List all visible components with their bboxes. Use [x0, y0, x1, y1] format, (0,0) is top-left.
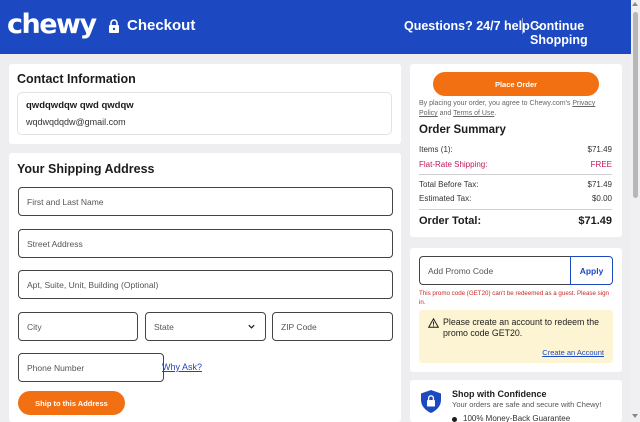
street-input[interactable] — [27, 238, 392, 249]
agreement-text: By placing your order, you agree to Chew… — [419, 99, 611, 119]
name-field[interactable] — [18, 187, 393, 216]
apply-promo-button[interactable]: Apply — [570, 256, 613, 285]
agree-prefix: By placing your order, you agree to Chew… — [419, 100, 573, 107]
phone-field[interactable] — [18, 353, 164, 382]
agree-end: . — [494, 110, 497, 117]
promo-code-input[interactable] — [428, 265, 570, 276]
promo-warning-text: Please create an account to redeem the p… — [443, 317, 599, 338]
before-tax-row: Total Before Tax: $71.49 — [419, 180, 612, 189]
phone-input[interactable] — [27, 362, 163, 373]
warning-icon — [428, 318, 439, 328]
chevron-down-icon — [248, 324, 255, 329]
order-summary-title: Order Summary — [419, 124, 506, 136]
continue-shopping-link[interactable]: Continue Shopping — [530, 19, 631, 47]
tax-value: $0.00 — [591, 194, 612, 203]
contact-card: Contact Information qwdqwdqw qwd qwdqw w… — [9, 64, 401, 144]
before-tax-label: Total Before Tax: — [419, 180, 479, 189]
shipping-title: Your Shipping Address — [17, 162, 155, 176]
confidence-card: Shop with Confidence Your orders are saf… — [410, 380, 622, 422]
scroll-down-arrow-icon[interactable] — [632, 414, 638, 418]
tax-label: Estimated Tax: — [419, 194, 472, 203]
order-total-value: $71.49 — [578, 215, 612, 227]
apt-input[interactable] — [27, 279, 392, 290]
checkout-label: Checkout — [127, 17, 196, 34]
tax-row: Estimated Tax: $0.00 — [419, 194, 612, 203]
confidence-subtitle: Your orders are safe and secure with Che… — [452, 400, 602, 409]
confidence-item: 100% Money-Back Guarantee — [463, 414, 571, 422]
total-divider — [419, 209, 612, 210]
promo-code-field[interactable] — [419, 256, 570, 285]
shield-lock-icon — [421, 390, 441, 413]
street-field[interactable] — [18, 229, 393, 258]
agree-and: and — [437, 110, 454, 117]
items-label: Items (1): — [419, 145, 453, 154]
lock-icon — [109, 18, 119, 33]
confidence-title: Shop with Confidence — [452, 389, 547, 399]
state-selected-value: State — [154, 321, 174, 332]
top-header: chewy Checkout Questions? 24/7 help Cont… — [0, 0, 631, 54]
contact-name: qwdqwdqw qwd qwdqw — [26, 100, 134, 111]
items-row: Items (1): $71.49 — [419, 145, 612, 154]
scroll-up-arrow-icon[interactable] — [632, 2, 638, 6]
name-input[interactable] — [27, 196, 392, 207]
contact-email: wqdwqdqdw@gmail.com — [26, 117, 126, 127]
header-divider — [522, 18, 523, 34]
before-tax-value: $71.49 — [587, 180, 612, 189]
bullet-icon — [452, 417, 457, 422]
summary-divider — [419, 174, 612, 175]
shipping-value: FREE — [590, 160, 612, 169]
order-total-label: Order Total: — [419, 215, 482, 227]
ship-to-address-button[interactable]: Ship to this Address — [18, 391, 125, 415]
shipping-label: Flat-Rate Shipping: — [419, 160, 488, 169]
create-account-link[interactable]: Create an Account — [542, 348, 604, 357]
city-field[interactable] — [18, 312, 138, 341]
terms-of-use-link[interactable]: Terms of Use — [453, 110, 494, 117]
order-summary-card: Place Order By placing your order, you a… — [410, 64, 622, 237]
state-select[interactable]: State — [145, 312, 266, 341]
promo-error-message: This promo code (GET20) can't be redeeme… — [419, 290, 609, 306]
zip-input[interactable] — [281, 321, 392, 332]
contact-box: qwdqwdqw qwd qwdqw wqdwqdqdw@gmail.com — [17, 92, 392, 135]
contact-title: Contact Information — [17, 72, 136, 86]
shipping-row: Flat-Rate Shipping: FREE — [419, 160, 612, 169]
why-ask-link[interactable]: Why Ask? — [162, 362, 202, 372]
zip-field[interactable] — [272, 312, 393, 341]
apt-field[interactable] — [18, 270, 393, 299]
place-order-button[interactable]: Place Order — [433, 72, 599, 96]
checkout-title: Checkout — [108, 17, 195, 34]
chewy-logo[interactable]: chewy — [7, 8, 97, 42]
promo-warning-box: Please create an account to redeem the p… — [419, 310, 613, 363]
city-input[interactable] — [27, 321, 137, 332]
scrollbar-thumb[interactable] — [633, 12, 638, 198]
promo-card: Apply This promo code (GET20) can't be r… — [410, 248, 622, 372]
items-value: $71.49 — [587, 145, 612, 154]
order-total-row: Order Total: $71.49 — [419, 215, 612, 227]
help-label: Questions? 24/7 help — [404, 19, 530, 33]
